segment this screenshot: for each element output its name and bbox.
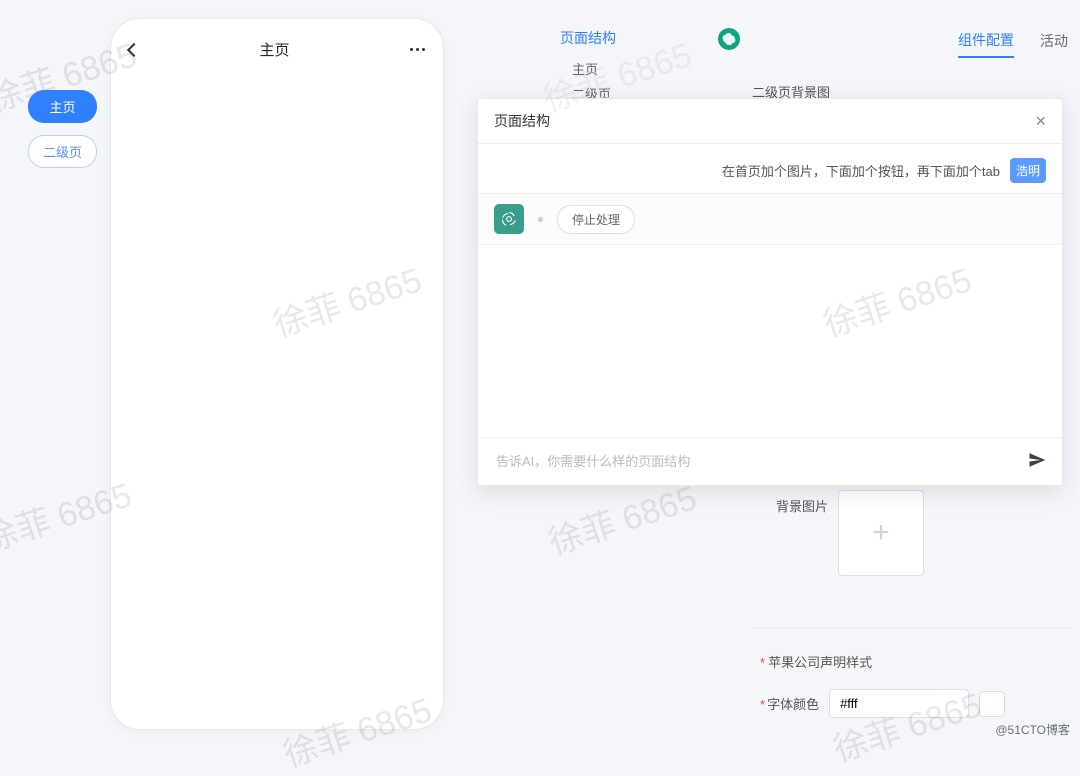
attribution-text: @51CTO博客 <box>995 721 1070 738</box>
ai-icon[interactable] <box>718 28 740 50</box>
loading-dot-icon <box>538 217 543 222</box>
tab-component-config[interactable]: 组件配置 <box>958 30 1014 58</box>
assistant-row: 停止处理 <box>478 193 1062 245</box>
user-message-text: 在首页加个图片，下面加个按钮，再下面加个tab <box>722 161 1000 180</box>
phone-title: 主页 <box>259 39 289 60</box>
divider <box>752 628 1072 629</box>
back-icon[interactable] <box>127 42 141 56</box>
dialog-header: 页面结构 × <box>478 99 1062 144</box>
bg-image-label: 背景图片 <box>752 490 838 515</box>
phone-preview: 主页 <box>110 18 444 730</box>
page-list: 主页 二级页 <box>28 90 97 168</box>
user-avatar-badge: 浩明 <box>1010 158 1046 183</box>
sidebar-item-home[interactable]: 主页 <box>28 90 97 123</box>
phone-header: 主页 <box>111 19 443 74</box>
bg-image-uploader[interactable] <box>838 490 924 576</box>
right-tabs: 组件配置 活动 <box>958 30 1080 58</box>
stop-button[interactable]: 停止处理 <box>557 205 635 234</box>
apple-style-title: *苹果公司声明样式 <box>760 652 1005 671</box>
send-icon[interactable] <box>1028 451 1048 472</box>
user-message-row: 在首页加个图片，下面加个按钮，再下面加个tab 浩明 <box>478 144 1062 193</box>
font-color-input[interactable] <box>829 689 969 718</box>
prompt-input[interactable] <box>492 448 1028 475</box>
more-icon[interactable] <box>410 48 425 51</box>
sidebar-item-secondary[interactable]: 二级页 <box>28 135 97 168</box>
apple-style-section: *苹果公司声明样式 *字体颜色 <box>760 652 1005 718</box>
dialog-body: 在首页加个图片，下面加个按钮，再下面加个tab 浩明 停止处理 <box>478 144 1062 437</box>
dialog-title: 页面结构 <box>494 111 550 131</box>
tab-activity[interactable]: 活动 <box>1040 31 1068 57</box>
structure-panel: 页面结构 主页 二级页 <box>560 28 740 106</box>
assistant-avatar-icon <box>494 204 524 234</box>
font-color-label: *字体颜色 <box>760 694 819 713</box>
dialog-footer <box>478 437 1062 485</box>
right-form: 背景图片 <box>752 490 1062 600</box>
font-color-swatch[interactable] <box>979 691 1005 717</box>
plus-icon <box>872 516 890 550</box>
structure-panel-title: 页面结构 <box>560 28 740 48</box>
structure-item-home[interactable]: 主页 <box>560 56 740 81</box>
ai-dialog: 页面结构 × 在首页加个图片，下面加个按钮，再下面加个tab 浩明 停止处理 <box>477 98 1063 486</box>
close-icon[interactable]: × <box>1035 112 1046 130</box>
